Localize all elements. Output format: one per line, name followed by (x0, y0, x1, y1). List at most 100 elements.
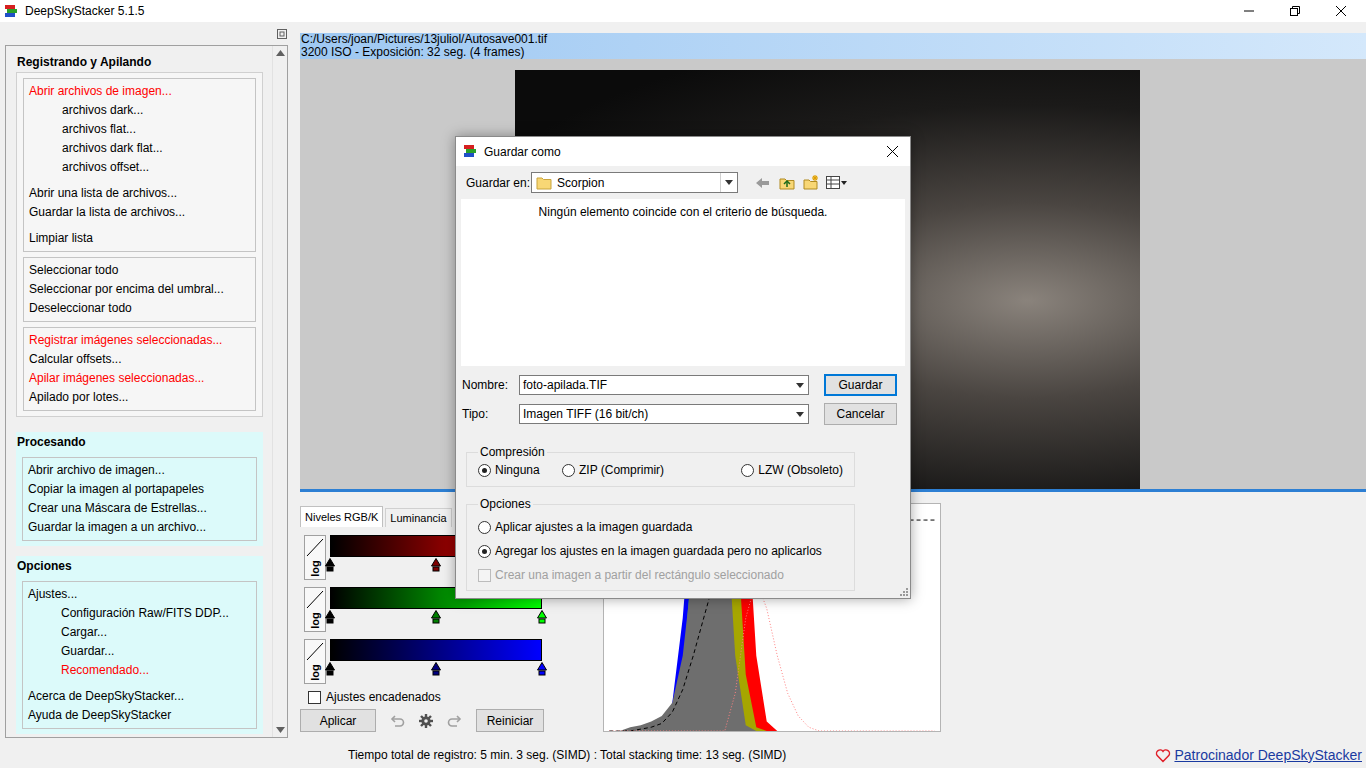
sidebar-item[interactable]: archivos dark flat... (29, 139, 250, 158)
sidebar-item-label[interactable]: archivos dark... (62, 103, 143, 117)
combo-box[interactable]: foto-apilada.TIF (519, 375, 809, 395)
radio[interactable] (478, 521, 491, 534)
sidebar-item-label[interactable]: archivos flat... (62, 122, 136, 136)
chained-label[interactable]: Ajustes encadenados (326, 688, 441, 706)
level-marker[interactable] (431, 662, 441, 676)
sidebar-item-label[interactable]: Guardar la lista de archivos... (29, 205, 185, 219)
level-marker[interactable] (325, 610, 335, 624)
settings-button[interactable] (415, 710, 437, 732)
sidebar-item-label[interactable]: Abrir una lista de archivos... (29, 186, 177, 200)
sidebar-item-label[interactable]: Recomendado... (61, 663, 149, 677)
option-label[interactable]: Agregar los ajustes en la imagen guardad… (495, 542, 822, 560)
sidebar-item[interactable]: archivos flat... (29, 120, 250, 139)
sidebar-item-label[interactable]: Registrar imágenes seleccionadas... (29, 333, 222, 347)
radio-option[interactable]: Agregar los ajustes en la imagen guardad… (478, 539, 843, 563)
radio[interactable] (478, 464, 491, 477)
apply-button[interactable]: Aplicar (300, 709, 376, 732)
sidebar-item-label[interactable]: Limpiar lista (29, 231, 93, 245)
sidebar-item-label[interactable]: Seleccionar todo (29, 263, 118, 277)
sidebar-item[interactable]: Limpiar lista (29, 229, 250, 248)
new-folder-button[interactable] (800, 172, 822, 193)
sidebar-item-label[interactable]: Abrir archivos de imagen... (29, 84, 172, 98)
tab-label[interactable]: Niveles RGB/K (305, 509, 378, 526)
level-slider[interactable] (330, 639, 542, 681)
level-marker[interactable] (537, 610, 547, 624)
dropdown-button[interactable] (720, 173, 737, 192)
sidebar-item[interactable]: Crear una Máscara de Estrellas... (28, 499, 251, 518)
sidebar-item[interactable]: Abrir una lista de archivos... (29, 184, 250, 203)
sidebar-item[interactable]: Copiar la imagen al portapapeles (28, 480, 251, 499)
file-list[interactable]: Ningún elemento coincide con el criterio… (461, 199, 905, 366)
sidebar-item[interactable]: Ajustes... (28, 585, 251, 604)
sidebar-item-label[interactable]: Ayuda de DeepSkyStacker (28, 708, 171, 722)
sidebar-item-label[interactable]: Guardar la imagen a un archivo... (28, 520, 206, 534)
radio-option[interactable]: Aplicar ajustes a la imagen guardada (478, 515, 843, 539)
sidebar-item-label[interactable]: archivos offset... (62, 160, 149, 174)
sidebar-item[interactable]: Apilado por lotes... (29, 388, 250, 407)
sidebar-item-label[interactable]: Copiar la imagen al portapapeles (28, 482, 204, 496)
sidebar-item[interactable]: Calcular offsets... (29, 350, 250, 369)
close-button[interactable] (1318, 0, 1364, 22)
tab-label[interactable]: Luminancia (390, 510, 446, 527)
sidebar-item[interactable]: Cargar... (28, 623, 251, 642)
sidebar-item-label[interactable]: Deseleccionar todo (29, 301, 132, 315)
sidebar-item[interactable]: Deseleccionar todo (29, 299, 250, 318)
view-menu-button[interactable] (824, 172, 848, 193)
sidebar-item-label[interactable]: archivos dark flat... (62, 141, 163, 155)
redo-button[interactable] (444, 710, 466, 732)
option-label[interactable]: Aplicar ajustes a la imagen guardada (495, 518, 692, 536)
radio-option[interactable]: ZIP (Comprimir) (562, 461, 741, 479)
dialog-button-label[interactable]: Guardar (838, 376, 882, 394)
resize-grip-icon[interactable] (898, 586, 908, 596)
tab[interactable]: Luminancia (385, 508, 451, 527)
scrollbar[interactable] (272, 46, 287, 737)
sponsor-link[interactable]: Patrocinador DeepSkyStacker (1155, 745, 1362, 766)
sidebar-item[interactable]: Seleccionar todo (29, 261, 250, 280)
sidebar-item-label[interactable]: Guardar... (61, 644, 114, 658)
reset-button[interactable]: Reiniciar (476, 709, 544, 732)
minimize-button[interactable] (1226, 0, 1272, 22)
sidebar-item[interactable]: archivos offset... (29, 158, 250, 177)
sidebar-item[interactable]: Acerca de DeepSkyStacker... (28, 687, 251, 706)
sidebar-item-label[interactable]: Calcular offsets... (29, 352, 121, 366)
restore-button[interactable] (1272, 0, 1318, 22)
sidebar-item-label[interactable]: Cargar... (61, 625, 107, 639)
up-folder-button[interactable] (776, 172, 798, 193)
radio[interactable] (741, 464, 754, 477)
sidebar-item[interactable]: Recomendado... (28, 661, 251, 680)
sidebar-item-label[interactable]: Ajustes... (28, 587, 77, 601)
log-toggle[interactable]: log (304, 639, 326, 684)
dropdown-button[interactable] (791, 376, 808, 394)
sidebar-item[interactable]: archivos dark... (29, 101, 250, 120)
sidebar-item[interactable]: Configuración Raw/FITS DDP... (28, 604, 251, 623)
sidebar-item[interactable]: Registrar imágenes seleccionadas... (29, 331, 250, 350)
sidebar-item-label[interactable]: Configuración Raw/FITS DDP... (61, 606, 229, 620)
sidebar-item-label[interactable]: Abrir archivo de imagen... (28, 463, 165, 477)
sidebar-item[interactable]: Ayuda de DeepSkyStacker (28, 706, 251, 725)
radio[interactable] (478, 545, 491, 558)
folder-name[interactable]: Scorpion (557, 174, 720, 192)
chained-option[interactable]: Ajustes encadenados (300, 689, 550, 705)
reset-label[interactable]: Reiniciar (487, 712, 534, 730)
sponsor-label[interactable]: Patrocinador DeepSkyStacker (1174, 745, 1362, 766)
checkbox[interactable] (308, 691, 321, 704)
radio-option[interactable]: LZW (Obsoleto) (741, 461, 843, 479)
sidebar-item-label[interactable]: Seleccionar por encima del umbral... (29, 282, 224, 296)
sidebar-item-label[interactable]: Acerca de DeepSkyStacker... (28, 689, 184, 703)
dialog-button[interactable]: Cancelar (824, 403, 897, 425)
radio-label[interactable]: Ninguna (495, 461, 540, 479)
location-combo[interactable]: Scorpion (531, 172, 738, 193)
scroll-down-icon[interactable] (276, 727, 285, 733)
level-marker[interactable] (325, 662, 335, 676)
sidebar-item[interactable]: Abrir archivos de imagen... (29, 82, 250, 101)
log-toggle[interactable]: log (304, 587, 326, 632)
level-marker[interactable] (537, 662, 547, 676)
radio-label[interactable]: LZW (Obsoleto) (758, 461, 843, 479)
combo-box[interactable]: Imagen TIFF (16 bit/ch) (519, 404, 809, 424)
sidebar-item[interactable]: Guardar... (28, 642, 251, 661)
level-marker[interactable] (431, 610, 441, 624)
sidebar-item[interactable]: Guardar la imagen a un archivo... (28, 518, 251, 537)
radio[interactable] (562, 464, 575, 477)
field-value[interactable]: Imagen TIFF (16 bit/ch) (520, 405, 791, 423)
undo-button[interactable] (386, 710, 408, 732)
